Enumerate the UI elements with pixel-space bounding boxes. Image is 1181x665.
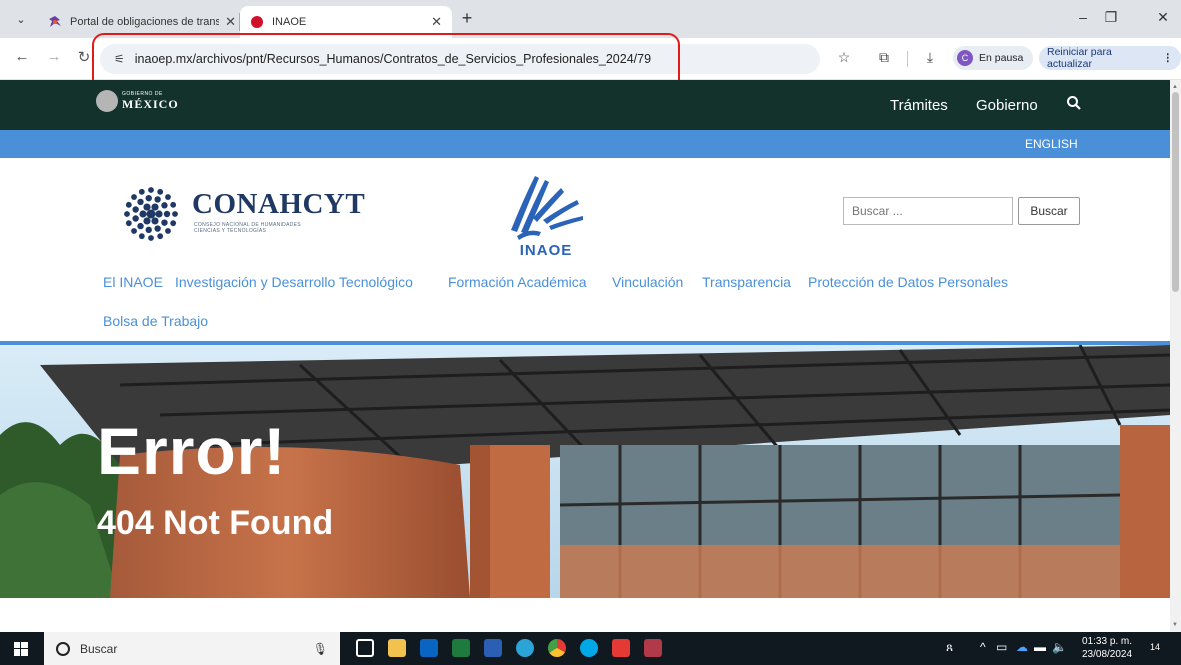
tab-search-chevron-icon[interactable]: ⌄	[10, 8, 32, 30]
volume-icon[interactable]: 🔈	[1052, 640, 1067, 654]
gobierno-mexico-logo[interactable]: GOBIERNO DE MÉXICO	[96, 90, 179, 112]
inaoe-favicon-icon	[251, 16, 263, 28]
windows-start-icon[interactable]	[14, 642, 28, 656]
site-info-icon[interactable]: ⚟	[114, 52, 125, 66]
task-view-icon[interactable]	[356, 639, 374, 657]
avatar: C	[957, 50, 973, 66]
restore-icon[interactable]: ❐	[1096, 9, 1126, 26]
profile-paused-button[interactable]: C En pausa	[953, 46, 1034, 70]
conahcyt-name: CONAHCYT	[192, 188, 366, 220]
clock-time: 01:33 p. m.	[1082, 636, 1133, 647]
pnt-favicon-icon	[49, 16, 61, 27]
error-title: Error!	[97, 414, 287, 488]
gov-nav-gobierno[interactable]: Gobierno	[976, 97, 1038, 114]
skype-icon[interactable]	[580, 639, 598, 657]
conahcyt-subtitle: CONSEJO NACIONAL DE HUMANIDADES CIENCIAS…	[194, 222, 301, 234]
conahcyt-subtitle-line-2: CIENCIAS Y TECNOLOGÍAS	[194, 228, 267, 234]
cortana-circle-icon	[56, 641, 70, 656]
close-tab-icon[interactable]: ✕	[431, 14, 442, 30]
battery-icon[interactable]: ▬	[1034, 640, 1046, 654]
nav-investigacion[interactable]: Investigación y Desarrollo Tecnológico	[175, 274, 413, 290]
scroll-down-arrow-icon[interactable]: ▼	[1172, 622, 1178, 628]
edge-icon[interactable]	[516, 639, 534, 657]
error-subtitle: 404 Not Found	[97, 504, 334, 542]
address-bar[interactable]: ⚟ inaoep.mx/archivos/pnt/Recursos_Humano…	[100, 44, 820, 74]
nav-formacion-academica[interactable]: Formación Académica	[448, 274, 587, 290]
search-icon[interactable]	[1066, 95, 1082, 111]
profile-status-label: En pausa	[979, 52, 1024, 64]
restart-label: Reiniciar para actualizar	[1047, 46, 1112, 70]
bookmark-star-icon[interactable]: ☆	[834, 49, 854, 66]
reload-icon[interactable]: ↻	[74, 48, 94, 66]
onedrive-icon[interactable]: ☁	[1016, 640, 1028, 654]
back-arrow-icon[interactable]: ←	[12, 48, 32, 65]
extensions-puzzle-icon[interactable]: ⧉	[874, 49, 894, 66]
network-icon[interactable]: ▭	[996, 640, 1007, 654]
restart-to-update-button[interactable]: Reiniciar para actualizar ⋮	[1039, 46, 1181, 70]
nav-transparencia[interactable]: Transparencia	[702, 274, 791, 290]
excel-icon[interactable]	[452, 639, 470, 657]
more-menu-icon[interactable]: ⋮	[1163, 52, 1174, 64]
system-clock[interactable]: 01:33 p. m. 23/08/2024	[1082, 635, 1132, 661]
taskbar-search-label: Buscar	[80, 641, 118, 656]
inaoe-logo-text: INAOE	[520, 242, 573, 258]
address-text: inaoep.mx/archivos/pnt/Recursos_Humanos/…	[134, 52, 652, 66]
scrollbar-thumb[interactable]	[1172, 92, 1179, 292]
taskbar-search-box[interactable]: Buscar 🎙	[44, 632, 340, 665]
notification-count: 14	[1150, 642, 1161, 652]
download-icon[interactable]: ⤓	[920, 49, 940, 66]
minimize-icon[interactable]: –	[1068, 9, 1098, 25]
close-window-icon[interactable]: ✕	[1148, 9, 1178, 26]
nav-vinculacion[interactable]: Vinculación	[612, 274, 683, 290]
notifications-icon[interactable]: 14	[1150, 639, 1168, 657]
acrobat-icon[interactable]	[612, 639, 630, 657]
gov-nav-tramites[interactable]: Trámites	[890, 97, 948, 114]
nav-el-inaoe[interactable]: El INAOE	[103, 274, 163, 290]
site-search-button[interactable]: Buscar	[1018, 197, 1080, 225]
close-tab-icon[interactable]: ✕	[225, 14, 236, 30]
scroll-up-arrow-icon[interactable]: ▲	[1172, 84, 1178, 90]
logo-big-text: MÉXICO	[122, 96, 179, 111]
nav-proteccion-datos[interactable]: Protección de Datos Personales	[808, 274, 1008, 290]
microphone-icon[interactable]: 🎙	[313, 642, 328, 656]
conahcyt-emblem-icon	[124, 187, 178, 241]
tab-inaoe[interactable]: INAOE ✕	[240, 6, 452, 38]
nav-bolsa-de-trabajo[interactable]: Bolsa de Trabajo	[103, 313, 208, 329]
forward-arrow-icon[interactable]: →	[44, 48, 64, 65]
winrar-icon[interactable]	[644, 639, 662, 657]
national-seal-icon	[96, 90, 118, 112]
site-search-input[interactable]	[843, 197, 1013, 225]
language-bar	[0, 130, 1170, 158]
file-explorer-icon[interactable]	[388, 639, 406, 657]
word-icon[interactable]	[484, 639, 502, 657]
clock-date: 23/08/2024	[1082, 649, 1133, 660]
toolbar-divider	[907, 51, 908, 67]
people-icon[interactable]: ጸ	[946, 640, 953, 655]
tab-portal-obligaciones[interactable]: Portal de obligaciones de trans ✕	[38, 6, 246, 38]
tab-title: INAOE	[272, 16, 307, 28]
english-link[interactable]: ENGLISH	[1025, 137, 1078, 151]
chevron-up-icon[interactable]: ^	[980, 640, 986, 654]
outlook-icon[interactable]	[420, 639, 438, 657]
inaoe-logo[interactable]: INAOE	[503, 170, 589, 258]
new-tab-plus-icon[interactable]: +	[456, 8, 478, 29]
chrome-icon[interactable]	[548, 639, 566, 657]
tab-title: Portal de obligaciones de trans	[70, 16, 220, 28]
